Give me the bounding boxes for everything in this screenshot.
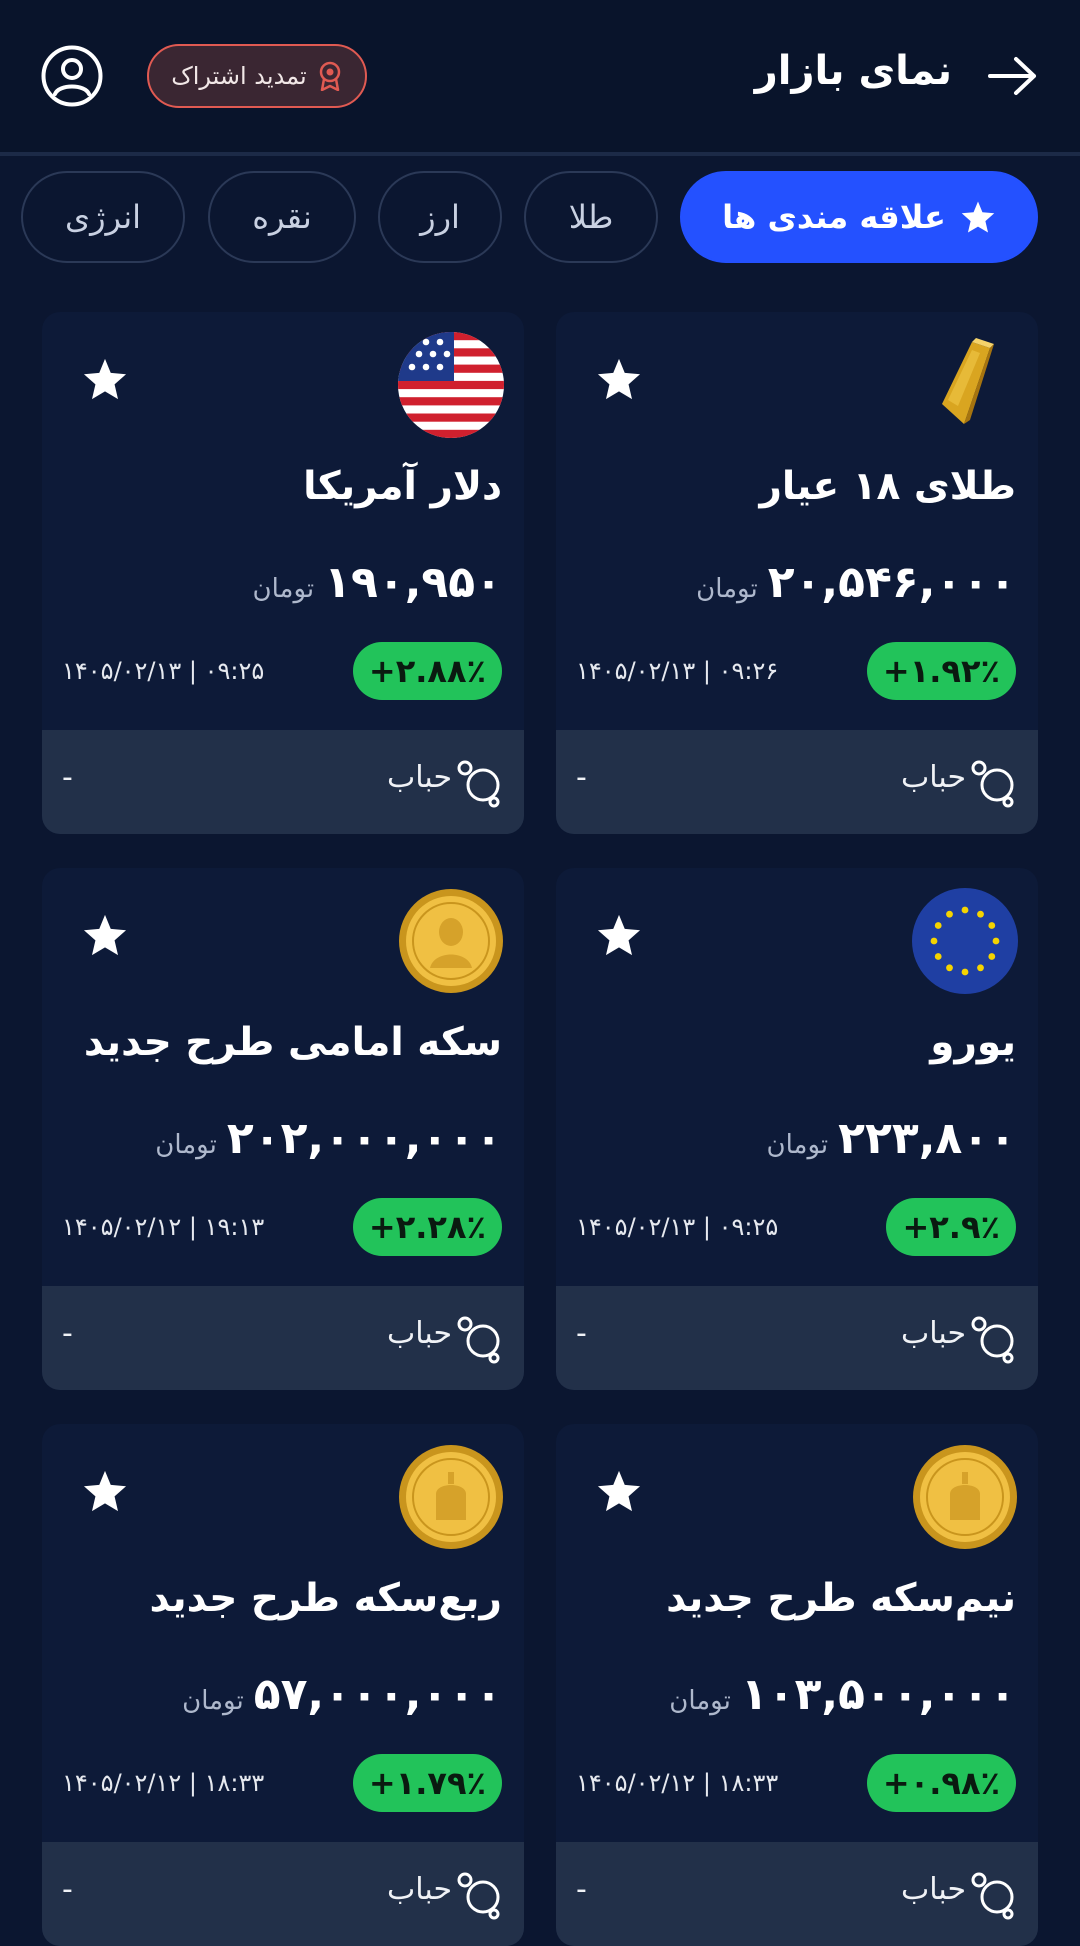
favorite-star-icon[interactable] (82, 1469, 128, 1513)
asset-name: سکه امامی طرح جدید (83, 1020, 502, 1065)
bubble-value: - (576, 760, 587, 795)
back-arrow-icon[interactable] (988, 55, 1038, 97)
asset-name: دلار آمریکا (303, 464, 502, 509)
tab-gold[interactable]: طلا (524, 171, 658, 263)
change-badge: +۰.۹۸٪ (866, 1754, 1016, 1812)
bubble-value: - (62, 760, 73, 795)
bubble-icon (457, 1316, 500, 1364)
price-row: ۲۰۲,۰۰۰,۰۰۰ تومان (155, 1113, 502, 1164)
bubble-icon (971, 1316, 1014, 1364)
favorite-star-icon[interactable] (596, 913, 642, 957)
price-row: ۱۰۳,۵۰۰,۰۰۰ تومان (669, 1669, 1016, 1720)
favorite-star-icon[interactable] (596, 357, 642, 401)
bubble-label: حباب (387, 760, 452, 795)
renew-subscription-label: تمدید اشتراک (171, 62, 307, 90)
price-row: ۱۹۰,۹۵۰ تومان (253, 557, 502, 608)
award-badge-icon (319, 61, 340, 91)
star-icon (961, 201, 995, 233)
asset-price: ۲۰,۵۴۶,۰۰۰ (767, 557, 1016, 608)
bubble-icon (971, 1872, 1014, 1920)
price-unit: تومان (182, 1686, 244, 1716)
gold-bar-icon (942, 338, 994, 424)
bubble-footer: حباب - (556, 1286, 1038, 1390)
asset-price: ۲۲۳,۸۰۰ (838, 1113, 1016, 1164)
change-badge: +۱.۹۲٪ (866, 642, 1016, 700)
bubble-value: - (576, 1316, 587, 1351)
asset-price: ۲۰۲,۰۰۰,۰۰۰ (226, 1113, 502, 1164)
change-badge: +۲.۸۸٪ (352, 642, 502, 700)
update-datetime: ۱۴۰۵/۰۲/۱۳ | ۰۹:۲۵ (62, 657, 265, 685)
price-unit: تومان (669, 1686, 731, 1716)
asset-price: ۱۰۳,۵۰۰,۰۰۰ (740, 1669, 1016, 1720)
change-badge: +۲.۲۸٪ (352, 1198, 502, 1256)
bubble-footer: حباب - (42, 1286, 524, 1390)
change-badge: +۱.۷۹٪ (352, 1754, 502, 1812)
page-title: نمای بازار (754, 48, 952, 94)
asset-price: ۵۷,۰۰۰,۰۰۰ (253, 1669, 502, 1720)
market-card[interactable]: نیم‌سکه طرح جدید ۱۰۳,۵۰۰,۰۰۰ تومان +۰.۹۸… (556, 1424, 1038, 1946)
gold-coin-icon (399, 889, 503, 993)
bubble-value: - (576, 1872, 587, 1907)
price-row: ۲۰,۵۴۶,۰۰۰ تومان (696, 557, 1016, 608)
bubble-label: حباب (901, 760, 966, 795)
update-datetime: ۱۴۰۵/۰۲/۱۳ | ۰۹:۲۶ (576, 657, 779, 685)
app-header: نمای بازار تمدید اشتراک (0, 0, 1080, 156)
update-datetime: ۱۴۰۵/۰۲/۱۲ | ۱۹:۱۳ (62, 1213, 265, 1241)
bubble-footer: حباب - (556, 730, 1038, 834)
renew-subscription-button[interactable]: تمدید اشتراک (147, 44, 367, 108)
market-card[interactable]: سکه امامی طرح جدید ۲۰۲,۰۰۰,۰۰۰ تومان +۲.… (42, 868, 524, 1390)
tab-silver[interactable]: نقره (208, 171, 356, 263)
bubble-label: حباب (387, 1316, 452, 1351)
bubble-label: حباب (901, 1316, 966, 1351)
market-card[interactable]: طلای ۱۸ عیار ۲۰,۵۴۶,۰۰۰ تومان +۱.۹۲٪ ۱۴۰… (556, 312, 1038, 834)
asset-name: نیم‌سکه طرح جدید (666, 1576, 1016, 1621)
bubble-label: حباب (901, 1872, 966, 1907)
bubble-icon (457, 1872, 500, 1920)
price-unit: تومان (766, 1130, 829, 1160)
price-unit: تومان (252, 574, 315, 604)
price-row: ۲۲۳,۸۰۰ تومان (767, 1113, 1016, 1164)
market-card[interactable]: ربع‌سکه طرح جدید ۵۷,۰۰۰,۰۰۰ تومان +۱.۷۹٪… (42, 1424, 524, 1946)
asset-name: طلای ۱۸ عیار (759, 464, 1016, 509)
market-card[interactable]: دلار آمریکا ۱۹۰,۹۵۰ تومان +۲.۸۸٪ ۱۴۰۵/۰۲… (42, 312, 524, 834)
us-flag-icon (398, 332, 504, 438)
bubble-value: - (62, 1316, 73, 1351)
bubble-icon (971, 760, 1014, 808)
bubble-footer: حباب - (556, 1842, 1038, 1946)
bubble-footer: حباب - (42, 1842, 524, 1946)
asset-price: ۱۹۰,۹۵۰ (324, 557, 502, 608)
tab-favorites-label: علاقه مندی ها (722, 198, 946, 236)
bubble-icon (457, 760, 500, 808)
update-datetime: ۱۴۰۵/۰۲/۱۲ | ۱۸:۳۳ (576, 1769, 779, 1797)
price-row: ۵۷,۰۰۰,۰۰۰ تومان (182, 1669, 502, 1720)
asset-name: یورو (930, 1020, 1016, 1065)
bubble-label: حباب (387, 1872, 452, 1907)
favorite-star-icon[interactable] (82, 913, 128, 957)
price-unit: تومان (696, 574, 758, 604)
eu-flag-icon (912, 888, 1018, 994)
favorite-star-icon[interactable] (82, 357, 128, 401)
asset-name: ربع‌سکه طرح جدید (149, 1576, 503, 1621)
update-datetime: ۱۴۰۵/۰۲/۱۳ | ۰۹:۲۵ (576, 1213, 779, 1241)
bubble-value: - (62, 1872, 73, 1907)
user-profile-icon[interactable] (40, 44, 104, 108)
price-unit: تومان (155, 1130, 217, 1160)
gold-coin-icon (913, 1445, 1017, 1549)
tab-energy[interactable]: انرژی (21, 171, 185, 263)
update-datetime: ۱۴۰۵/۰۲/۱۲ | ۱۸:۳۳ (62, 1769, 265, 1797)
tab-currency[interactable]: ارز (378, 171, 502, 263)
bubble-footer: حباب - (42, 730, 524, 834)
gold-coin-icon (399, 1445, 503, 1549)
change-badge: +۲.۹٪ (886, 1198, 1016, 1256)
market-card[interactable]: یورو ۲۲۳,۸۰۰ تومان +۲.۹٪ ۱۴۰۵/۰۲/۱۳ | ۰۹… (556, 868, 1038, 1390)
favorite-star-icon[interactable] (596, 1469, 642, 1513)
tab-favorites[interactable]: علاقه مندی ها (680, 171, 1038, 263)
